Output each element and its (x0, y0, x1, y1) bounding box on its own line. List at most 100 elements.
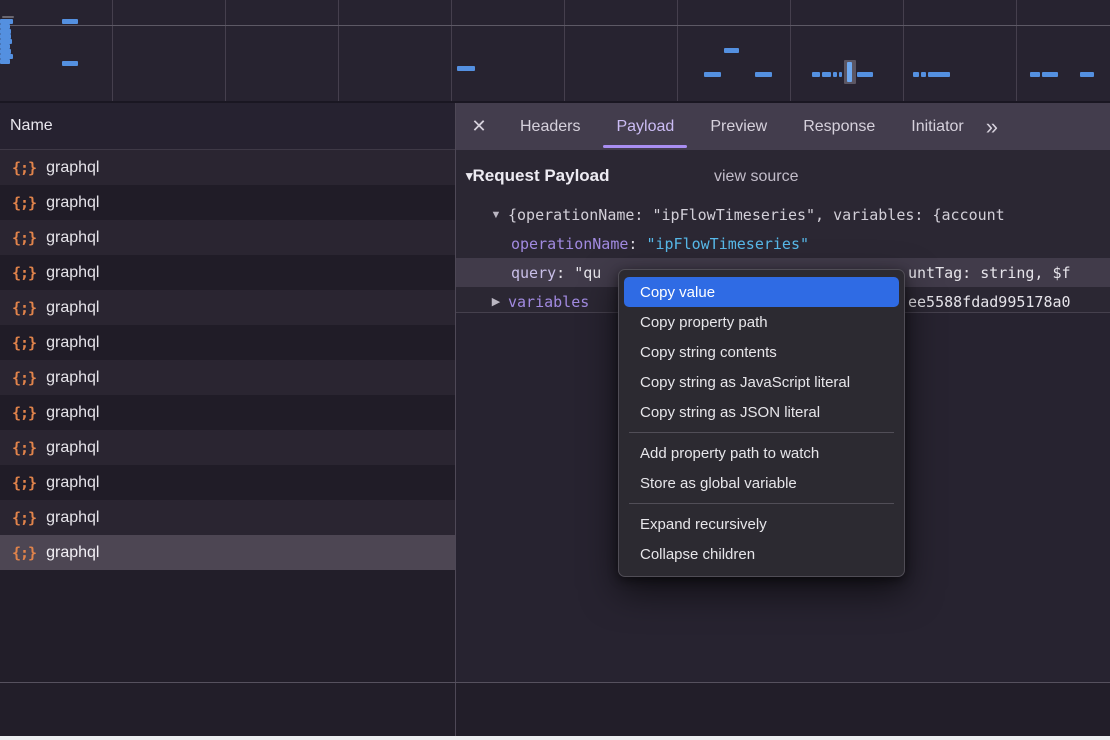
overview-request-bar (62, 61, 78, 66)
overview-gridline (0, 25, 1110, 26)
name-column-header[interactable]: Name (0, 103, 455, 150)
tab-response[interactable]: Response (785, 103, 893, 150)
json-braces-icon: {;} (12, 404, 36, 422)
request-name-label: graphql (46, 159, 99, 177)
menu-item-store-global[interactable]: Store as global variable (624, 468, 899, 498)
window-bottom-edge (0, 736, 1110, 740)
network-request-row[interactable]: {;} graphql (0, 465, 455, 500)
overview-request-bar (62, 19, 78, 24)
json-braces-icon: {;} (12, 544, 36, 562)
overview-request-bar (1042, 72, 1058, 77)
menu-separator (629, 503, 894, 504)
overview-request-bar (812, 72, 820, 77)
network-request-list: {;} graphql {;} graphql {;} graphql {;} graphql… (0, 150, 455, 570)
overview-request-bar (822, 72, 831, 77)
request-name-label: graphql (46, 299, 99, 317)
json-braces-icon: {;} (12, 474, 36, 492)
overview-request-bar (928, 72, 950, 77)
request-name-label: graphql (46, 369, 99, 387)
menu-item-copy-json-literal[interactable]: Copy string as JSON literal (624, 397, 899, 427)
network-request-row[interactable]: {;} graphql (0, 395, 455, 430)
overview-marker-bar (847, 62, 852, 82)
overview-request-bar (724, 48, 739, 53)
json-braces-icon: {;} (12, 229, 36, 247)
overview-request-bar (857, 72, 873, 77)
payload-root-row[interactable]: ▼{operationName: "ipFlowTimeseries", var… (456, 200, 1110, 229)
network-request-row[interactable]: {;} graphql (0, 360, 455, 395)
request-name-label: graphql (46, 334, 99, 352)
request-name-label: graphql (46, 439, 99, 457)
json-braces-icon: {;} (12, 509, 36, 527)
context-menu: Copy value Copy property path Copy strin… (618, 269, 905, 577)
overview-request-bar (755, 72, 772, 77)
network-request-row[interactable]: {;} graphql (0, 430, 455, 465)
menu-item-copy-js-literal[interactable]: Copy string as JavaScript literal (624, 367, 899, 397)
collapsed-arrow-icon[interactable]: ▶ (484, 295, 508, 308)
json-value-right: ee5588fdad995178a0 (908, 287, 1071, 316)
request-name-label: graphql (46, 544, 99, 562)
overview-request-bar (913, 72, 919, 77)
tab-preview[interactable]: Preview (692, 103, 785, 150)
payload-preview-text: {operationName: "ipFlowTimeseries", vari… (508, 206, 1005, 224)
menu-item-collapse-children[interactable]: Collapse children (624, 539, 899, 569)
request-name-label: graphql (46, 264, 99, 282)
close-icon[interactable]: ✕ (456, 116, 502, 137)
tab-headers[interactable]: Headers (502, 103, 598, 150)
network-request-row[interactable]: {;} graphql (0, 220, 455, 255)
tab-payload[interactable]: Payload (598, 103, 692, 150)
network-request-row[interactable]: {;} graphql (0, 500, 455, 535)
network-request-row[interactable]: {;} graphql (0, 290, 455, 325)
overview-request-bar (1080, 72, 1094, 77)
json-key: query (511, 264, 556, 282)
overview-request-bar (921, 72, 926, 77)
json-key: variables (508, 293, 589, 311)
network-request-row[interactable]: {;} graphql (0, 325, 455, 360)
request-name-label: graphql (46, 474, 99, 492)
payload-row-operationname[interactable]: operationName: "ipFlowTimeseries" (456, 229, 1110, 258)
detail-tabbar: ✕ Headers Payload Preview Response Initi… (456, 103, 1110, 150)
name-column-label: Name (10, 117, 53, 135)
overview-request-bar (457, 66, 475, 71)
menu-item-copy-value[interactable]: Copy value (624, 277, 899, 307)
menu-item-copy-property-path[interactable]: Copy property path (624, 307, 899, 337)
json-braces-icon: {;} (12, 334, 36, 352)
json-braces-icon: {;} (12, 159, 36, 177)
json-value-left: "qu (574, 264, 601, 282)
key-separator: : (628, 235, 646, 253)
json-braces-icon: {;} (12, 369, 36, 387)
network-request-row[interactable]: {;} graphql (0, 150, 455, 185)
request-name-label: graphql (46, 509, 99, 527)
overview-request-bar (833, 72, 837, 77)
network-overview[interactable] (0, 0, 1110, 103)
menu-item-add-watch[interactable]: Add property path to watch (624, 438, 899, 468)
json-braces-icon: {;} (12, 439, 36, 457)
overview-gray-bar (2, 16, 14, 18)
overview-request-bar (1030, 72, 1040, 77)
overview-request-bar (0, 59, 10, 64)
json-value-right: untTag: string, $f (908, 258, 1071, 287)
overview-request-bar (839, 72, 842, 77)
request-payload-title[interactable]: ▾Request Payload (466, 166, 610, 186)
menu-separator (629, 432, 894, 433)
request-name-label: graphql (46, 229, 99, 247)
json-key: operationName (511, 235, 628, 253)
json-braces-icon: {;} (12, 194, 36, 212)
network-request-row[interactable]: {;} graphql (0, 185, 455, 220)
view-source-link[interactable]: view source (714, 168, 798, 186)
devtools-network-panel: Name {;} graphql {;} graphql {;} graphql {;} gr… (0, 0, 1110, 740)
menu-item-expand-recursively[interactable]: Expand recursively (624, 509, 899, 539)
expand-arrow-icon[interactable]: ▼ (484, 209, 508, 221)
json-braces-icon: {;} (12, 299, 36, 317)
json-braces-icon: {;} (12, 264, 36, 282)
tab-initiator[interactable]: Initiator (893, 103, 981, 150)
json-string-value: "ipFlowTimeseries" (646, 235, 809, 253)
key-separator: : (556, 264, 574, 282)
more-tabs-icon[interactable]: » (986, 114, 996, 140)
network-request-row[interactable]: {;} graphql (0, 535, 455, 570)
request-name-label: graphql (46, 194, 99, 212)
overview-request-bar (704, 72, 721, 77)
request-name-label: graphql (46, 404, 99, 422)
network-request-row[interactable]: {;} graphql (0, 255, 455, 290)
menu-item-copy-string-contents[interactable]: Copy string contents (624, 337, 899, 367)
status-bar-divider (0, 682, 1110, 683)
